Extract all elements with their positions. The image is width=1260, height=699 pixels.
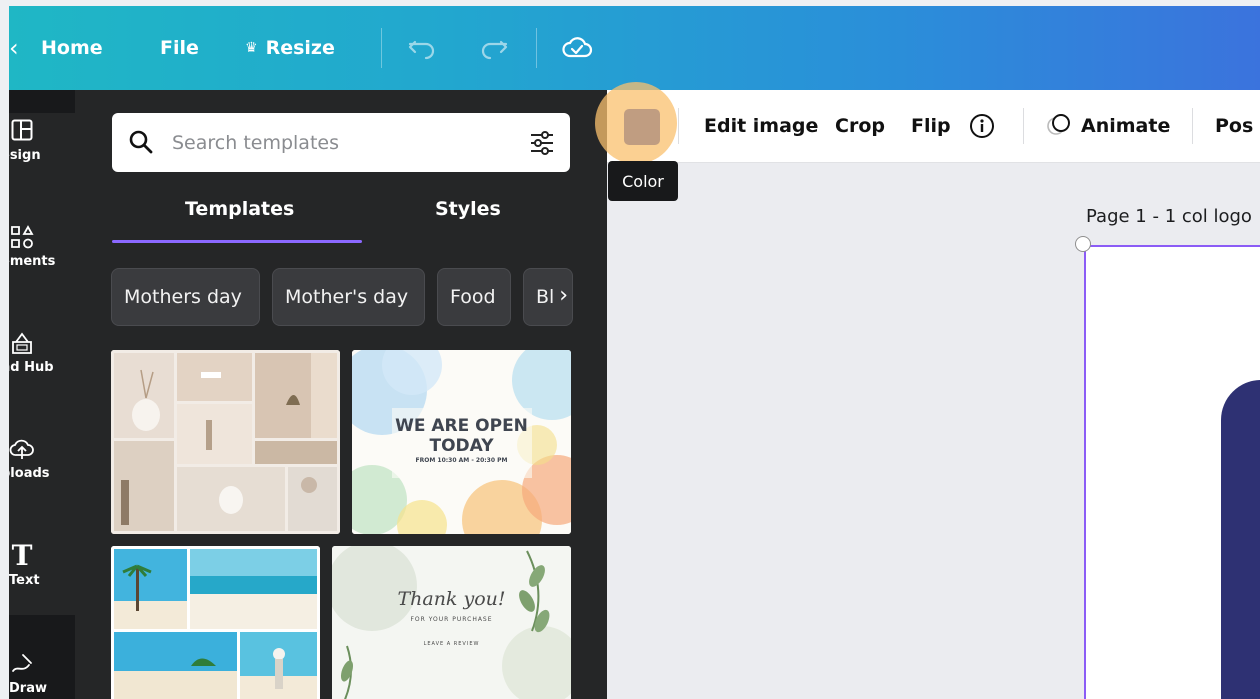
filter-chip-partial[interactable]: Bl › [523, 268, 573, 326]
search-icon [128, 129, 154, 159]
design-shape[interactable] [1221, 380, 1260, 699]
page-title[interactable]: Page 1 - 1 col logo [1086, 206, 1252, 227]
resize-button[interactable]: ♛ Resize [245, 6, 335, 90]
chevron-right-icon[interactable]: › [559, 283, 568, 308]
search-bar[interactable] [112, 113, 570, 172]
rail-label: esign [9, 148, 41, 163]
template-subheadline: TODAY [429, 436, 494, 456]
rail-label: ements [9, 254, 56, 269]
color-swatch-button[interactable] [624, 109, 660, 145]
template-thumbnail-open-sign[interactable]: WE ARE OPEN TODAY FROM 10:30 AM - 20:30 … [352, 350, 571, 534]
template-thumbnail-beach[interactable] [111, 546, 320, 699]
edit-image-button[interactable]: Edit image [704, 90, 818, 162]
divider [1192, 108, 1193, 144]
rail-label: Text [9, 573, 40, 588]
filter-icon[interactable] [528, 129, 556, 161]
crop-button[interactable]: Crop [835, 90, 885, 162]
text-icon: T [11, 539, 33, 572]
animate-label: Animate [1081, 115, 1171, 137]
back-chevron-icon[interactable]: ‹ [9, 6, 19, 90]
template-thumbnail-collage[interactable] [111, 350, 340, 534]
template-subheadline: FOR YOUR PURCHASE [410, 616, 493, 623]
draw-icon [9, 651, 35, 682]
filter-chip-mothers-day-apostrophe[interactable]: Mother's day [272, 268, 425, 326]
divider [381, 28, 382, 68]
template-footer: LEAVE A REVIEW [423, 641, 480, 647]
rail-label: ploads [9, 466, 50, 481]
undo-icon[interactable] [407, 6, 437, 90]
search-input[interactable] [170, 127, 504, 159]
position-button[interactable]: Pos [1215, 90, 1253, 162]
tab-templates[interactable]: Templates [185, 198, 294, 220]
info-icon[interactable] [969, 90, 995, 162]
redo-icon[interactable] [479, 6, 509, 90]
template-hours: FROM 10:30 AM - 20:30 PM [415, 457, 508, 464]
template-headline: WE ARE OPEN [395, 416, 528, 436]
resize-label: Resize [265, 37, 335, 59]
chip-label: Bl [536, 286, 555, 308]
active-tab-indicator [112, 240, 362, 243]
upload-cloud-icon [9, 436, 35, 467]
brand-icon [9, 330, 35, 361]
crown-icon: ♛ [245, 40, 258, 56]
color-tooltip: Color [608, 161, 678, 201]
filter-chip-food[interactable]: Food [437, 268, 511, 326]
templates-panel: Templates Styles Mothers day Mother's da… [75, 90, 607, 699]
template-headline: Thank you! [397, 588, 506, 610]
rail-label: Draw [9, 681, 47, 696]
selection-handle[interactable] [1075, 236, 1091, 252]
shapes-icon [9, 224, 35, 255]
divider [678, 108, 679, 144]
template-thumbnail-thank-you[interactable]: Thank you! FOR YOUR PURCHASE LEAVE A REV… [332, 546, 571, 699]
canva-editor: ‹ Home File ♛ Resize esign ements [9, 6, 1260, 699]
animate-icon [1045, 111, 1075, 142]
file-menu-button[interactable]: File [160, 6, 199, 90]
tab-styles[interactable]: Styles [435, 198, 501, 220]
divider [536, 28, 537, 68]
cloud-saved-icon[interactable] [561, 6, 593, 90]
animate-button[interactable]: Animate [1045, 90, 1170, 162]
rail-label: nd Hub [9, 360, 54, 375]
layout-icon [9, 118, 35, 147]
flip-button[interactable]: Flip [911, 90, 951, 162]
filter-chip-mothers-day[interactable]: Mothers day [111, 268, 260, 326]
home-button[interactable]: Home [41, 6, 103, 90]
divider [1023, 108, 1024, 144]
top-bar: ‹ Home File ♛ Resize [9, 6, 1260, 90]
